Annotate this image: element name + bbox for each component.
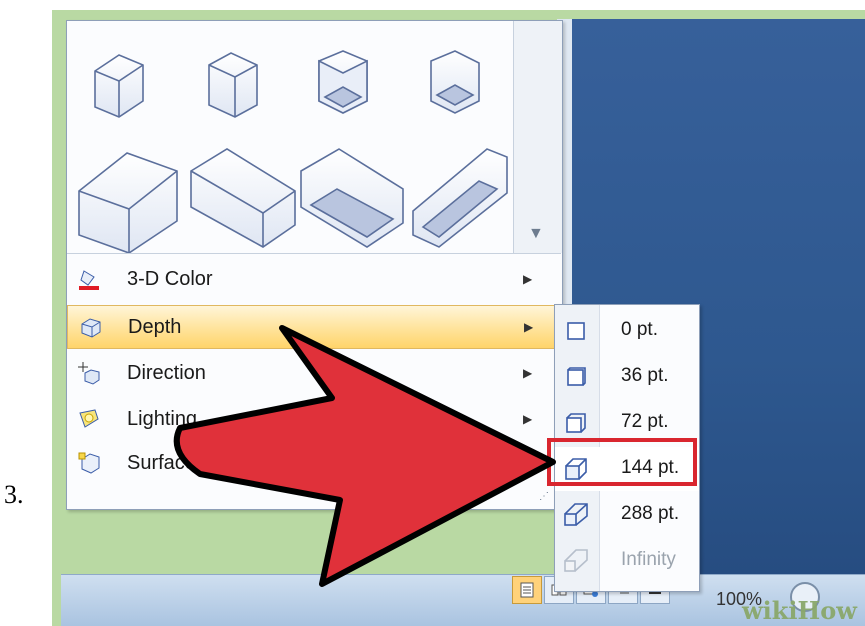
depth-option-0pt[interactable]: 0 pt. xyxy=(555,309,699,353)
depth-36-icon xyxy=(567,367,586,386)
menu-item-label: Surface xyxy=(127,451,196,474)
parallel-preset-4[interactable] xyxy=(430,50,480,114)
menu-item-label: Lighting xyxy=(127,407,198,430)
perspective-preset-3[interactable] xyxy=(300,148,404,248)
menu-item-label: Direction xyxy=(127,361,206,384)
menu-item-label: Depth xyxy=(128,315,182,338)
depth-cube-icon xyxy=(68,305,112,349)
scroll-down-icon[interactable]: ▼ xyxy=(528,225,544,243)
submenu-arrow-icon: ▶ xyxy=(523,272,533,286)
submenu-arrow-icon: ▶ xyxy=(523,366,533,380)
depth-option-label: 0 pt. xyxy=(621,319,658,340)
depth-infinity-icon xyxy=(564,549,588,572)
depth-option-label: 72 pt. xyxy=(621,411,669,432)
lighting-bulb-icon xyxy=(67,397,111,441)
selection-highlight-box xyxy=(547,438,697,486)
submenu-arrow-icon: ▶ xyxy=(524,320,534,334)
depth-option-label: Infinity xyxy=(621,549,676,570)
depth-option-label: 288 pt. xyxy=(621,503,680,524)
depth-72-icon xyxy=(566,413,586,433)
menu-item-3d-color[interactable]: 3-D Color ▶ xyxy=(67,257,561,301)
menu-separator xyxy=(67,253,561,254)
menu-item-direction[interactable]: Direction ▶ xyxy=(67,351,561,395)
perspective-preset-4[interactable] xyxy=(412,148,508,248)
menu-item-lighting[interactable]: Lighting ▶ xyxy=(67,397,561,441)
submenu-arrow-icon: ▶ xyxy=(523,412,533,426)
paint-bucket-icon xyxy=(67,257,111,301)
depth-0-icon xyxy=(567,322,585,340)
depth-option-288pt[interactable]: 288 pt. xyxy=(555,493,699,537)
depth-option-36pt[interactable]: 36 pt. xyxy=(555,355,699,399)
menu-item-depth[interactable]: Depth ▶ xyxy=(67,305,561,349)
depth-option-label: 36 pt. xyxy=(621,365,669,386)
3d-effects-menu: ▼ 3-D Color ▶ Depth ▶ Direction ▶ Lighti… xyxy=(66,20,563,510)
watermark: wikiHow xyxy=(742,596,857,625)
parallel-preset-1[interactable] xyxy=(94,54,144,118)
menu-item-surface[interactable]: Surface xyxy=(67,441,561,485)
resize-grip[interactable]: ⋰ xyxy=(539,491,549,502)
step-number: 3. xyxy=(4,480,24,509)
depth-option-infinity: Infinity xyxy=(555,539,699,583)
parallel-preset-3[interactable] xyxy=(318,50,368,114)
parallel-preset-2[interactable] xyxy=(208,52,258,118)
print-layout-icon xyxy=(520,582,534,598)
3d-presets-gallery xyxy=(78,50,508,254)
gallery-scrollbar[interactable]: ▼ xyxy=(513,21,562,253)
surface-cube-icon xyxy=(67,441,111,485)
perspective-preset-1[interactable] xyxy=(78,152,178,254)
depth-288-icon xyxy=(564,503,588,526)
perspective-preset-2[interactable] xyxy=(190,148,296,248)
menu-item-label: 3-D Color xyxy=(127,267,213,290)
direction-cube-icon xyxy=(67,351,111,395)
print-layout-view-button[interactable] xyxy=(512,576,542,604)
3d-effects-gallery xyxy=(67,21,531,254)
